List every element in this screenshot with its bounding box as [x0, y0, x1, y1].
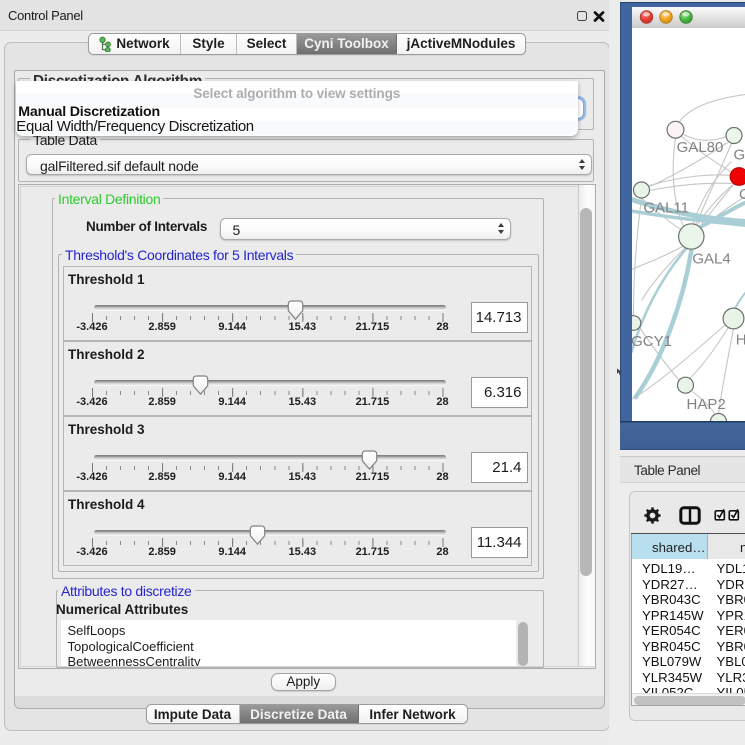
svg-text:GAL: GAL — [733, 146, 745, 163]
svg-text:GAL4: GAL4 — [692, 250, 730, 267]
svg-text:HI: HI — [735, 331, 745, 348]
svg-text:GCY1: GCY1 — [632, 333, 672, 350]
svg-text:GAL80: GAL80 — [676, 139, 723, 156]
svg-text:HAP2: HAP2 — [686, 396, 725, 413]
svg-text:CY: CY — [739, 186, 745, 203]
svg-text:GAL11: GAL11 — [643, 199, 689, 216]
